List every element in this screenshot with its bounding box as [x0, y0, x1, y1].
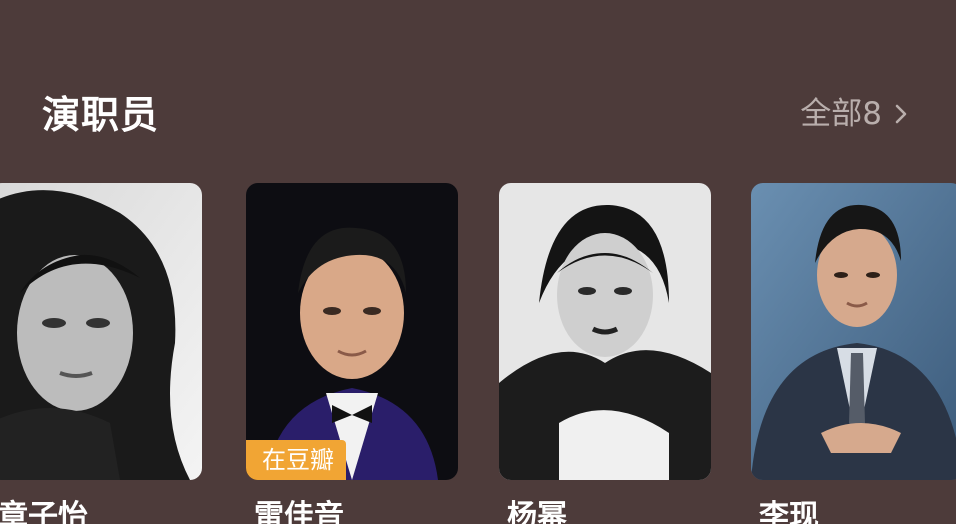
cast-photo: [499, 183, 711, 480]
section-title: 演职员: [42, 93, 160, 137]
cast-photo: 在豆瓣: [246, 183, 458, 480]
see-all-label: 全部8: [800, 96, 882, 132]
cast-name: 李现: [759, 499, 819, 524]
cast-photo: [751, 183, 956, 480]
see-all-cast-link[interactable]: 全部8: [800, 94, 912, 134]
cast-card[interactable]: 在豆瓣 雷佳音: [246, 183, 458, 524]
chevron-right-icon: [895, 104, 907, 124]
cast-card[interactable]: 李现: [751, 183, 956, 524]
douban-badge: 在豆瓣: [246, 440, 346, 480]
cast-photo: [0, 183, 202, 480]
portrait-image: [0, 183, 202, 480]
cast-card[interactable]: 杨幂: [499, 183, 711, 524]
cast-card[interactable]: 章子怡: [0, 183, 202, 524]
portrait-image: [246, 183, 458, 480]
cast-name: 雷佳音: [254, 499, 344, 524]
cast-section: 演职员 全部8 章子怡 在豆瓣 雷佳音 杨幂 李现: [0, 0, 956, 524]
portrait-image: [499, 183, 711, 480]
portrait-image: [751, 183, 956, 480]
cast-name: 章子怡: [0, 499, 88, 524]
cast-name: 杨幂: [507, 499, 567, 524]
